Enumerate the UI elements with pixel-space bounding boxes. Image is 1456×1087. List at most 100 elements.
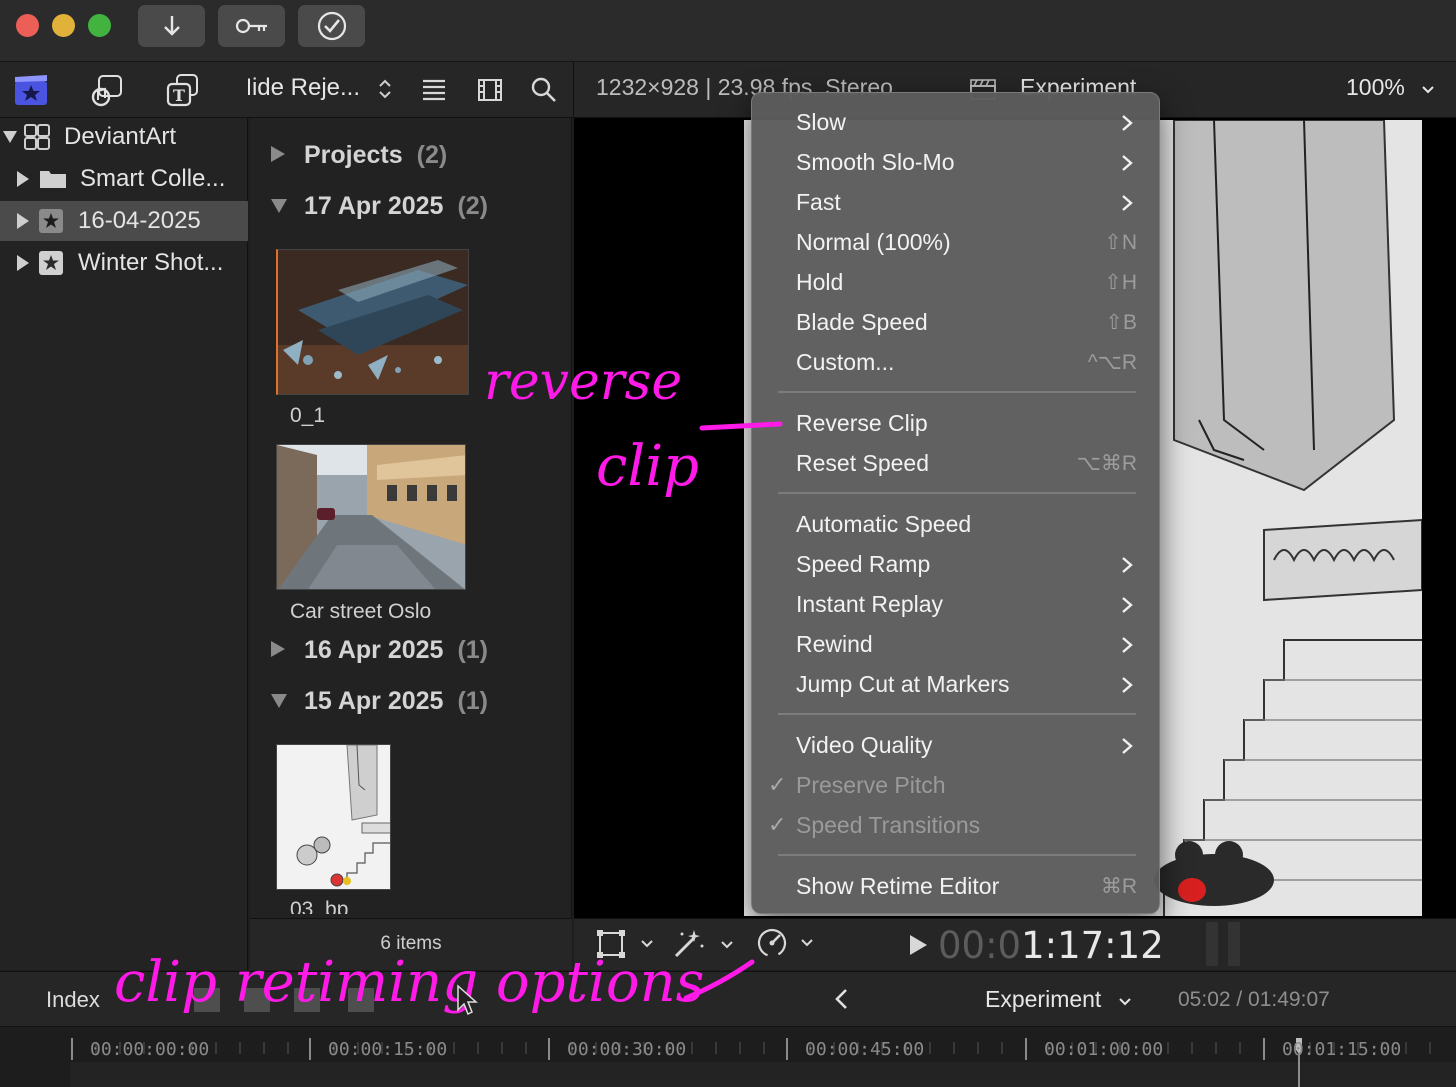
keywords-button[interactable] (218, 5, 285, 47)
ruler-label: 00:00:45:00 (805, 1039, 925, 1060)
chevron-right-icon (1122, 677, 1133, 693)
photos-audio-icon[interactable] (88, 72, 126, 108)
ruler-label: 00:00:15:00 (328, 1039, 448, 1060)
group-projects[interactable]: Projects (2) (270, 141, 447, 170)
shortcut-label: ⇧N (1104, 230, 1137, 254)
chevron-down-icon (1422, 86, 1434, 94)
menu-item-slow[interactable]: Slow (752, 102, 1161, 142)
timecode-display: 00:01:17:12 (938, 924, 1164, 967)
menu-item-automatic-speed[interactable]: Automatic Speed (752, 504, 1161, 544)
clip-label: 03_bp (290, 898, 349, 914)
zoom-value: 100% (1346, 74, 1405, 100)
menu-item-preserve-pitch: ✓ Preserve Pitch (768, 771, 946, 798)
download-arrow-icon (163, 16, 180, 36)
clip-label: 0_1 (290, 404, 326, 427)
chevron-down-icon (1119, 998, 1131, 1006)
ruler-label: 00:01:15:00 (1282, 1039, 1402, 1060)
ruler-label: 00:01:00:00 (1044, 1039, 1164, 1060)
ruler-tick (71, 1038, 73, 1060)
menu-item-reset-speed[interactable]: Reset Speed ⌥⌘R (752, 443, 1161, 483)
disclosure-closed-icon (271, 641, 285, 657)
clip-thumbnail-0-1[interactable] (276, 249, 469, 395)
retime-menu: Slow Smooth Slo-Mo Fast Normal (100%) ⇧N … (751, 92, 1160, 914)
audio-meter-left (1206, 922, 1218, 966)
annotation-reverse: reverse (484, 352, 683, 412)
sidebar-item-label: Smart Colle... (80, 165, 226, 192)
libraries-icon[interactable] (12, 72, 50, 108)
menu-item-jump-cut-at-markers[interactable]: Jump Cut at Markers (752, 664, 1161, 704)
ruler-tick (1025, 1038, 1027, 1060)
shortcut-label: ⇧H (1104, 270, 1137, 294)
sidebar-item-smart-collections[interactable]: Smart Colle... (0, 159, 248, 199)
menu-item-normal[interactable]: Normal (100%) ⇧N (752, 222, 1161, 262)
group-15-apr-2025[interactable]: 15 Apr 2025 (1) (270, 687, 488, 716)
menu-separator (778, 854, 1136, 856)
checkmark-icon: ✓ (768, 772, 787, 797)
shortcut-label: ⌥⌘R (1076, 451, 1137, 475)
chevron-right-icon (1122, 738, 1133, 754)
timeline-index-button[interactable]: Index (46, 987, 100, 1013)
sidebar-item-winter-shots[interactable]: Winter Shot... (0, 243, 248, 283)
zoom-popup[interactable]: 100% (1346, 74, 1435, 101)
sidebar-item-label: 16-04-2025 (78, 207, 201, 234)
clip-label: Car street Oslo (290, 600, 432, 623)
annotation-clip: clip (596, 434, 700, 499)
sidebar-item-label: Winter Shot... (78, 249, 224, 276)
ruler-label: 00:00:00:00 (90, 1039, 210, 1060)
list-view-icon[interactable] (420, 76, 448, 104)
disclosure-closed-icon (17, 171, 29, 187)
menu-item-speed-ramp[interactable]: Speed Ramp (752, 544, 1161, 584)
library-row[interactable]: DeviantArt (0, 117, 248, 157)
clip-thumbnail-03-bp[interactable] (276, 744, 391, 890)
clip-thumbnail-car-street[interactable] (276, 444, 466, 590)
group-17-apr-2025[interactable]: 17 Apr 2025 (2) (270, 192, 488, 221)
filmstrip-view-icon[interactable] (476, 76, 504, 104)
menu-item-show-retime-editor[interactable]: Show Retime Editor ⌘R (752, 866, 1161, 906)
titles-generators-icon[interactable]: T (164, 72, 202, 108)
menu-separator (778, 713, 1136, 715)
disclosure-closed-icon (17, 213, 29, 229)
menu-item-reverse-clip[interactable]: Reverse Clip (752, 403, 1161, 443)
timeline-project-popup[interactable]: Experiment (985, 986, 1132, 1013)
background-tasks-button[interactable] (298, 5, 365, 47)
annotation-clip-retiming-options: clip retiming options (114, 950, 705, 1015)
sidebar-item-event-16-04-2025[interactable]: 16-04-2025 (0, 201, 248, 241)
clip-filter-popup[interactable]: Hide Reje... (248, 74, 393, 102)
play-button[interactable] (906, 932, 930, 958)
speedometer-icon (757, 928, 813, 958)
chevron-right-icon (1122, 597, 1133, 613)
timeline-ruler (0, 1028, 1456, 1087)
shortcut-label: ⇧B (1105, 310, 1137, 334)
search-icon[interactable] (530, 76, 558, 104)
zoom-window-button[interactable] (88, 14, 111, 37)
import-button[interactable] (138, 5, 205, 47)
menu-item-smooth-slo-mo[interactable]: Smooth Slo-Mo (752, 142, 1161, 182)
timeline-back-button[interactable] (830, 986, 852, 1012)
title-bar (0, 0, 1456, 62)
menu-item-hold[interactable]: Hold ⇧H (752, 262, 1161, 302)
menu-item-blade-speed[interactable]: Blade Speed ⇧B (752, 302, 1161, 342)
close-window-button[interactable] (16, 14, 39, 37)
menu-item-rewind[interactable]: Rewind (752, 624, 1161, 664)
mouse-pointer-icon (457, 984, 478, 1016)
ruler-tick (548, 1038, 550, 1060)
menu-item-custom[interactable]: Custom... ^⌥R (752, 342, 1161, 382)
shortcut-label: ^⌥R (1087, 350, 1137, 374)
retiming-popup[interactable] (754, 926, 820, 960)
menu-item-video-quality[interactable]: Video Quality (752, 725, 1161, 765)
menu-separator (778, 492, 1136, 494)
menu-item-fast[interactable]: Fast (752, 182, 1161, 222)
menu-item-speed-transitions: ✓ Speed Transitions (768, 811, 981, 838)
group-16-apr-2025[interactable]: 16 Apr 2025 (1) (270, 636, 488, 665)
event-star-icon (39, 209, 63, 233)
menu-item-instant-replay[interactable]: Instant Replay (752, 584, 1161, 624)
minimize-window-button[interactable] (52, 14, 75, 37)
disclosure-closed-icon (271, 146, 285, 162)
key-icon (235, 18, 267, 34)
timeline-project-name: Experiment (985, 986, 1102, 1012)
disclosure-closed-icon (17, 255, 29, 271)
ruler-tick (1263, 1038, 1265, 1060)
ruler-label: 00:00:30:00 (567, 1039, 687, 1060)
checkmark-circle-icon (317, 11, 346, 41)
menu-separator (778, 391, 1136, 393)
